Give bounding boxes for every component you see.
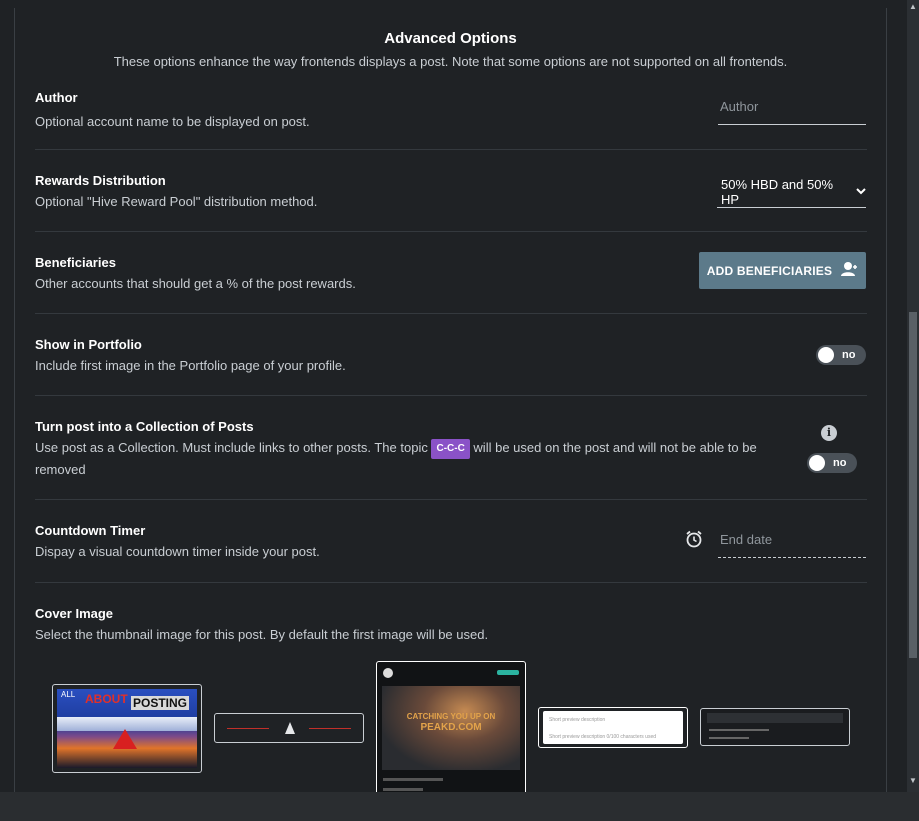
thumb-text-all: ALL <box>61 690 76 699</box>
add-user-icon <box>840 261 858 280</box>
panel-header: Advanced Options These options enhance t… <box>15 8 886 69</box>
thumb-preview-line-1: Short preview description <box>549 717 606 723</box>
collection-title: Turn post into a Collection of Posts <box>35 419 254 434</box>
text-line <box>709 729 769 731</box>
avatar <box>383 668 393 678</box>
author-placeholder: Author <box>720 99 759 114</box>
chevron-down-icon <box>856 186 866 198</box>
thumb-headline-1: CATCHING YOU UP ON <box>406 712 496 721</box>
add-beneficiaries-label: ADD BENEFICIARIES <box>706 263 833 278</box>
thumb-headline-2: PEAKD.COM <box>420 722 482 733</box>
logo-shape <box>285 722 295 734</box>
portfolio-title: Show in Portfolio <box>35 337 142 352</box>
toggle-knob <box>809 455 825 471</box>
divider <box>35 231 867 232</box>
thumb-text-about: ABOUT <box>85 692 128 706</box>
rewards-select[interactable]: 50% HBD and 50% HP <box>717 176 866 208</box>
portfolio-toggle-label: no <box>842 349 856 361</box>
text-line <box>383 778 443 781</box>
divider <box>35 582 867 583</box>
post-image <box>707 713 843 723</box>
advanced-options-panel: Advanced Options These options enhance t… <box>14 8 887 798</box>
author-input[interactable]: Author <box>718 99 866 125</box>
post-image: CATCHING YOU UP ON PEAKD.COM <box>382 686 520 770</box>
cover-section: Cover Image Select the thumbnail image f… <box>35 606 867 646</box>
thumb-line <box>227 728 269 729</box>
cover-thumbnail-4[interactable]: Short preview description Short preview … <box>538 707 688 748</box>
alarm-clock-icon <box>685 530 703 553</box>
collection-toggle-label: no <box>833 457 847 469</box>
scroll-down-icon[interactable]: ▼ <box>909 776 917 785</box>
collection-desc-before: Use post as a Collection. Must include l… <box>35 440 428 455</box>
panel-title: Advanced Options <box>384 30 517 47</box>
portfolio-desc: Include first image in the Portfolio pag… <box>35 358 346 373</box>
ccc-topic-tag: C-C-C <box>431 439 470 459</box>
cover-title: Cover Image <box>35 606 114 621</box>
thumb-preview-line-2: Short preview description 0/100 characte… <box>549 734 657 740</box>
collection-toggle[interactable]: no <box>807 453 857 473</box>
text-line <box>709 737 749 739</box>
thumbnail-image: ALL ABOUT POSTING <box>57 689 197 768</box>
portfolio-toggle[interactable]: no <box>816 345 866 365</box>
end-date-placeholder: End date <box>720 532 773 547</box>
collection-section: Turn post into a Collection of Posts Use… <box>35 419 775 481</box>
cover-thumbnail-5[interactable] <box>700 708 850 746</box>
toggle-knob <box>818 347 834 363</box>
end-date-input[interactable]: End date <box>718 532 866 558</box>
collection-desc: Use post as a Collection. Must include l… <box>35 437 775 481</box>
cover-thumbnail-1[interactable]: ALL ABOUT POSTING <box>52 684 202 773</box>
add-beneficiaries-button[interactable]: ADD BENEFICIARIES <box>699 252 866 289</box>
scrollbar-thumb[interactable] <box>909 312 917 658</box>
cover-thumbnail-2[interactable] <box>214 713 364 743</box>
thumb-text-posting: POSTING <box>131 696 190 710</box>
divider <box>35 313 867 314</box>
bottom-bar <box>0 792 919 821</box>
vertical-scrollbar[interactable]: ▲ ▼ <box>907 0 919 792</box>
cover-thumbnail-3[interactable]: CATCHING YOU UP ON PEAKD.COM <box>376 661 526 797</box>
divider <box>35 395 867 396</box>
cover-desc: Select the thumbnail image for this post… <box>35 627 489 642</box>
divider <box>35 499 867 500</box>
preview-box: Short preview description Short preview … <box>543 711 683 744</box>
panel-subtitle: These options enhance the way frontends … <box>113 54 788 69</box>
thumb-line <box>309 728 351 729</box>
status-badge <box>497 670 519 675</box>
text-line <box>383 788 423 791</box>
logo-shape <box>113 729 137 749</box>
divider <box>35 149 867 150</box>
portfolio-section: Show in Portfolio Include first image in… <box>35 337 867 377</box>
scroll-up-icon[interactable]: ▲ <box>909 2 917 11</box>
info-icon[interactable]: i <box>821 425 837 441</box>
rewards-selected-value: 50% HBD and 50% HP <box>721 176 834 207</box>
